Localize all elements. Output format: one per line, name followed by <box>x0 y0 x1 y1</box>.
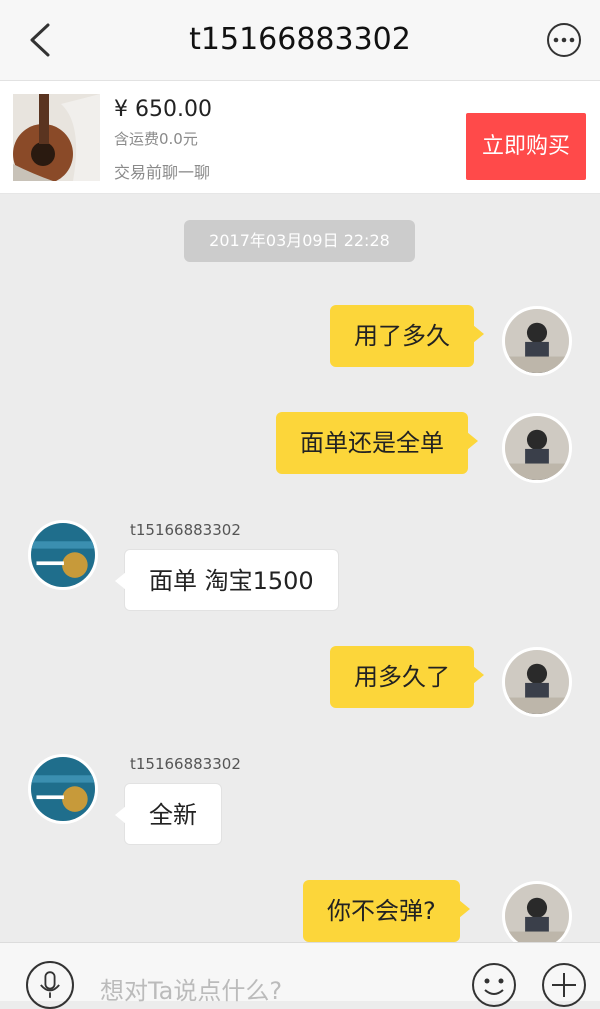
prechat-hint: 交易前聊一聊 <box>114 163 211 182</box>
message-bubble-received[interactable]: 全新 <box>115 783 222 845</box>
more-options-icon[interactable] <box>546 22 582 58</box>
message-bubble-received[interactable]: 面单 淘宝1500 <box>115 549 339 611</box>
emoji-icon[interactable] <box>470 961 518 1009</box>
my-avatar[interactable] <box>502 881 572 951</box>
message-bubble-sent[interactable]: 用了多久 <box>330 305 484 367</box>
shipping-info: 含运费0.0元 <box>114 130 198 148</box>
item-price: ¥ 650.00 <box>114 97 212 122</box>
guitar-thumbnail[interactable] <box>13 94 100 181</box>
chat-timestamp: 2017年03月09日 22:28 <box>184 220 415 262</box>
sender-name: t15166883302 <box>130 755 241 773</box>
message-bubble-sent[interactable]: 面单还是全单 <box>276 412 478 474</box>
my-avatar[interactable] <box>502 647 572 717</box>
contact-avatar[interactable] <box>28 520 98 590</box>
sender-name: t15166883302 <box>130 521 241 539</box>
message-input-bar: 想对Ta说点什么? <box>0 942 600 1009</box>
message-bubble-sent[interactable]: 你不会弹? <box>303 880 470 942</box>
page-title: t15166883302 <box>189 22 411 57</box>
voice-mic-icon[interactable] <box>26 961 74 1009</box>
top-bar: t15166883302 <box>0 0 600 81</box>
my-avatar[interactable] <box>502 306 572 376</box>
buy-now-button[interactable]: 立即购买 <box>466 113 586 180</box>
message-bubble-sent[interactable]: 用多久了 <box>330 646 484 708</box>
add-attachment-icon[interactable] <box>540 961 588 1009</box>
item-summary-bar: ¥ 650.00 含运费0.0元 交易前聊一聊 立即购买 <box>0 81 600 194</box>
contact-avatar[interactable] <box>28 754 98 824</box>
my-avatar[interactable] <box>502 413 572 483</box>
message-input[interactable]: 想对Ta说点什么? <box>100 971 282 1006</box>
